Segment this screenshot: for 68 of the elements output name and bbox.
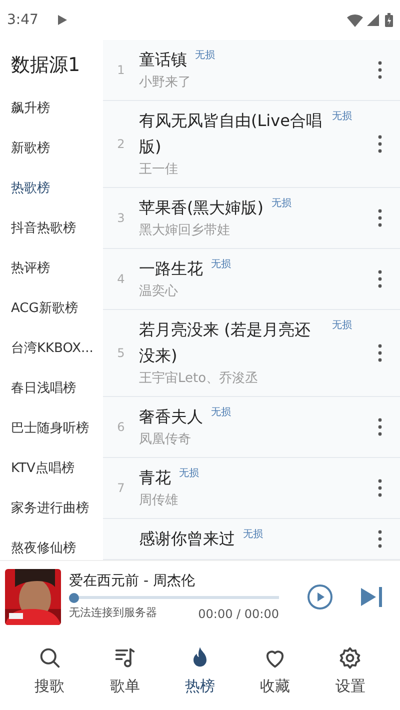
more-icon[interactable] [378, 530, 382, 548]
play-button-icon[interactable] [307, 584, 333, 610]
status-time: 3:47 [7, 10, 38, 30]
rank-number: 6 [117, 419, 125, 436]
more-icon[interactable] [378, 135, 382, 153]
more-icon[interactable] [378, 61, 382, 79]
song-title[interactable]: 奢香夫人 [139, 404, 203, 430]
rank-number: 3 [117, 210, 125, 227]
chart-tab[interactable]: 抖音热歌榜 [0, 209, 103, 249]
now-playing-title: 爱在西元前 - 周杰伦 [69, 572, 196, 590]
lossless-tag: 无损 [332, 108, 352, 126]
rank-number: 4 [117, 271, 125, 288]
rank-number: 2 [117, 136, 125, 153]
song-artist: 周传雄 [139, 492, 179, 510]
more-icon[interactable] [378, 479, 382, 497]
song-artist: 王一佳 [139, 161, 179, 179]
song-artist: 黑大婶回乡带娃 [139, 222, 231, 240]
song-artist: 凤凰传奇 [139, 431, 192, 449]
lossless-tag: 无损 [211, 256, 231, 274]
more-icon[interactable] [378, 418, 382, 436]
player-status: 无法连接到服务器 [69, 604, 157, 620]
signal-icon [367, 14, 379, 26]
chart-tab[interactable]: 巴士随身听榜 [0, 409, 103, 449]
chart-tab[interactable]: 热评榜 [0, 249, 103, 289]
progress-thumb[interactable] [69, 592, 79, 602]
chart-tab[interactable]: 热歌榜 [0, 169, 103, 209]
nav-tab[interactable]: 搜歌 [12, 644, 88, 698]
lossless-tag: 无损 [271, 195, 292, 213]
lossless-tag: 无损 [195, 47, 215, 65]
song-title[interactable]: 青花 [139, 465, 171, 491]
nav-tab[interactable]: 歌单 [87, 644, 162, 698]
song-title[interactable]: 若月亮没来 (若是月亮还没来) [139, 317, 324, 369]
battery-icon [385, 13, 393, 27]
song-artist: 小野来了 [139, 74, 192, 92]
chart-tab[interactable]: ACG新歌榜 [0, 289, 103, 329]
nav-tab[interactable]: 设置 [312, 644, 388, 698]
more-icon[interactable] [378, 270, 382, 288]
lossless-tag: 无损 [179, 465, 199, 483]
chart-tab[interactable]: 新歌榜 [0, 129, 103, 169]
chart-tab[interactable]: 春日浅唱榜 [0, 369, 103, 409]
progress-track[interactable] [69, 592, 279, 602]
more-icon[interactable] [378, 344, 382, 362]
song-title[interactable]: 童话镇 [139, 47, 187, 73]
song-title[interactable]: 一路生花 [139, 256, 203, 282]
chart-tab[interactable]: KTV点唱榜 [0, 449, 103, 489]
wifi-icon [347, 14, 363, 26]
lossless-tag: 无损 [332, 317, 352, 335]
song-title[interactable]: 苹果香(黑大婶版) [139, 195, 264, 221]
chart-tab[interactable]: 熬夜修仙榜 [0, 529, 103, 560]
rank-number: 1 [117, 62, 125, 79]
song-artist: 王宇宙Leto、乔浚丞 [139, 370, 260, 388]
nav-tab[interactable]: 热榜 [162, 644, 238, 698]
chart-tab[interactable]: 台湾KKBOX... [0, 329, 103, 369]
lossless-tag: 无损 [211, 404, 231, 422]
rank-number: 5 [117, 345, 125, 362]
lossless-tag: 无损 [243, 526, 263, 544]
chart-tab[interactable]: 飙升榜 [0, 89, 103, 129]
rank-number: 7 [117, 480, 125, 497]
source-title: 数据源1 [10, 53, 82, 78]
chart-tab[interactable]: 家务进行曲榜 [0, 489, 103, 529]
song-title[interactable]: 有风无风皆自由(Live合唱版) [139, 108, 324, 160]
song-title[interactable]: 感谢你曾来过 [139, 526, 235, 552]
next-track-icon[interactable] [361, 586, 383, 606]
play-icon [58, 15, 68, 25]
song-artist: 温奕心 [139, 283, 179, 301]
nav-tab[interactable]: 收藏 [238, 644, 313, 698]
more-icon[interactable] [378, 209, 382, 227]
play-time: 00:00 / 00:00 [198, 606, 279, 622]
